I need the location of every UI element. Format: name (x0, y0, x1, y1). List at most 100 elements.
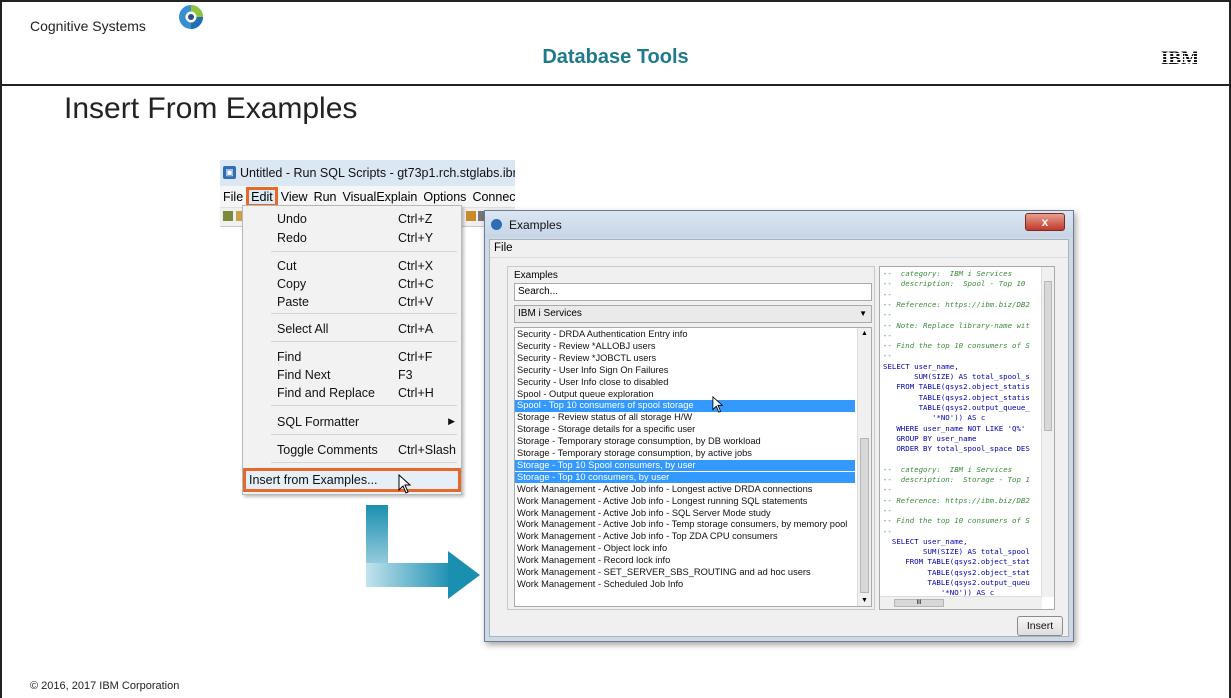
code-vertical-scrollbar[interactable] (1041, 267, 1054, 597)
menu-item-find[interactable]: Find Ctrl+F (243, 348, 461, 366)
code-line: ORDER BY total_spool_space DES (883, 444, 1030, 454)
example-list-item[interactable]: Storage - Storage details for a specific… (515, 424, 855, 436)
toggle-comments-shortcut: Ctrl+Slash (398, 443, 457, 457)
menu-item-undo[interactable]: Undo Ctrl+Z (243, 210, 461, 228)
example-list-item[interactable]: Storage - Top 10 Spool consumers, by use… (515, 459, 855, 472)
examples-content: File Examples Search... IBM i Services ▼… (489, 239, 1069, 637)
menu-connection[interactable]: Connectio (469, 190, 515, 204)
example-list-item[interactable]: Work Management - Record lock info (515, 555, 855, 567)
example-list-item[interactable]: Security - Review *JOBCTL users (515, 353, 855, 365)
redo-label: Redo (277, 231, 307, 245)
code-line: SUM(SIZE) AS total_spool (883, 547, 1030, 557)
ibm-logo-icon: IBM (1161, 48, 1197, 66)
select-all-shortcut: Ctrl+A (398, 322, 434, 336)
sql-window-titlebar: ▣ Untitled - Run SQL Scripts - gt73p1.rc… (220, 160, 515, 186)
menu-view[interactable]: View (278, 190, 311, 204)
code-line: -- (883, 310, 892, 320)
examples-menubar: File (490, 240, 1068, 258)
menu-item-sql-formatter[interactable]: SQL Formatter ▶ (243, 413, 461, 431)
example-list-item[interactable]: Work Management - SET_SERVER_SBS_ROUTING… (515, 567, 855, 579)
code-line: -- Note: Replace library-name wit (883, 320, 1030, 330)
example-list-item[interactable]: Storage - Review status of all storage H… (515, 412, 855, 424)
example-list-item[interactable]: Work Management - Scheduled Job Info (515, 579, 855, 591)
slide-border-left (0, 0, 2, 698)
example-list-item[interactable]: Security - User Info Sign On Failures (515, 365, 855, 377)
example-list-item[interactable]: Work Management - Active Job info - SQL … (515, 508, 855, 520)
code-line: -- category: IBM i Services (883, 464, 1013, 474)
find-replace-shortcut: Ctrl+H (398, 386, 434, 400)
example-list-item[interactable]: Security - DRDA Authentication Entry inf… (515, 329, 855, 341)
example-list-item[interactable]: Storage - Top 10 consumers, by user (515, 471, 855, 484)
code-scrollbar-thumb[interactable] (1044, 281, 1052, 431)
examples-search-input[interactable]: Search... (514, 283, 872, 301)
scrollbar-thumb[interactable] (860, 438, 869, 593)
example-list-item[interactable]: Storage - Temporary storage consumption,… (515, 436, 855, 448)
example-list-item[interactable]: Security - User Info close to disabled (515, 377, 855, 389)
example-list-item[interactable]: Security - Review *ALLOBJ users (515, 341, 855, 353)
menu-item-toggle-comments[interactable]: Toggle Comments Ctrl+Slash (243, 441, 461, 459)
code-line: -- Find the top 10 consumers of S (883, 516, 1030, 526)
menu-item-find-next[interactable]: Find Next F3 (243, 366, 461, 384)
insert-button[interactable]: Insert (1017, 616, 1063, 636)
menu-item-select-all[interactable]: Select All Ctrl+A (243, 320, 461, 338)
menu-item-insert-from-examples[interactable]: Insert from Examples... (243, 468, 461, 492)
examples-category-select[interactable]: IBM i Services ▼ (514, 305, 872, 323)
menu-file[interactable]: File (220, 190, 246, 204)
menu-visualexplain[interactable]: VisualExplain (340, 190, 421, 204)
code-line: WHERE user_name NOT LIKE 'Q%' (883, 423, 1026, 433)
code-line: TABLE(qsys2.object_statis (883, 392, 1030, 402)
flow-arrow-icon (366, 505, 480, 599)
menu-separator (271, 313, 457, 314)
menu-item-cut[interactable]: Cut Ctrl+X (243, 257, 461, 275)
code-line: -- Reference: https://ibm.biz/DB2 (883, 299, 1030, 309)
examples-list: ▲ ▼ Security - DRDA Authentication Entry… (514, 327, 872, 607)
examples-list-scrollbar[interactable]: ▲ ▼ (857, 328, 871, 606)
new-script-icon[interactable] (223, 211, 233, 221)
select-all-label: Select All (277, 322, 329, 336)
menu-separator (271, 251, 457, 252)
examples-menu-file[interactable]: File (494, 242, 513, 254)
code-line: TABLE(qsys2.output_queu (883, 578, 1030, 587)
code-line: '*NO')) AS c (883, 413, 986, 423)
example-list-item[interactable]: Work Management - Active Job info - Long… (515, 496, 855, 508)
menu-edit[interactable]: Edit (246, 186, 278, 207)
menu-item-copy[interactable]: Copy Ctrl+C (243, 275, 461, 293)
brand-label: Cognitive Systems (30, 18, 146, 34)
examples-app-icon (491, 219, 502, 230)
sql-formatter-label: SQL Formatter (277, 415, 360, 429)
code-line: SUM(SIZE) AS total_spool_s (883, 372, 1030, 381)
chevron-down-icon: ▼ (859, 309, 867, 318)
code-line: FROM TABLE(qsys2.object_statis (883, 382, 1030, 392)
examples-list-panel: Examples Search... IBM i Services ▼ ▲ ▼ … (507, 266, 875, 610)
example-list-item[interactable]: Work Management - Active Job info - Top … (515, 531, 855, 543)
mouse-cursor-icon (712, 396, 724, 413)
menu-separator (271, 434, 457, 435)
example-code-preview[interactable]: III -- category: IBM i Services -- descri… (879, 266, 1055, 610)
code-line: -- (883, 351, 892, 361)
code-line: -- (883, 330, 892, 340)
scroll-up-icon[interactable]: ▲ (861, 330, 868, 337)
examples-panel-label: Examples (514, 270, 558, 281)
close-button[interactable]: x (1025, 213, 1065, 231)
code-line: -- (883, 505, 892, 515)
scroll-down-icon[interactable]: ▼ (861, 597, 868, 604)
menu-item-find-replace[interactable]: Find and Replace Ctrl+H (243, 384, 461, 402)
example-list-item[interactable]: Spool - Top 10 consumers of spool storag… (515, 400, 855, 412)
undo-shortcut: Ctrl+Z (398, 212, 433, 226)
sql-window-title: Untitled - Run SQL Scripts - gt73p1.rch.… (240, 166, 515, 180)
example-list-item[interactable]: Work Management - Active Job info - Long… (515, 484, 855, 496)
example-list-item[interactable]: Work Management - Active Job info - Temp… (515, 519, 855, 531)
code-line: SELECT user_name, (883, 536, 968, 546)
code-hscrollbar-thumb[interactable]: III (894, 599, 944, 607)
menu-run[interactable]: Run (311, 190, 340, 204)
menu-separator (271, 405, 457, 406)
example-list-item[interactable]: Spool - Output queue exploration (515, 389, 855, 401)
menu-options[interactable]: Options (420, 190, 469, 204)
menu-item-paste[interactable]: Paste Ctrl+V (243, 293, 461, 311)
menu-separator (271, 341, 457, 342)
find-next-shortcut: F3 (398, 368, 413, 382)
example-list-item[interactable]: Work Management - Object lock info (515, 543, 855, 555)
menu-item-redo[interactable]: Redo Ctrl+Y (243, 229, 461, 247)
example-list-item[interactable]: Storage - Temporary storage consumption,… (515, 448, 855, 460)
toolbar-tool-icon[interactable] (466, 211, 476, 221)
